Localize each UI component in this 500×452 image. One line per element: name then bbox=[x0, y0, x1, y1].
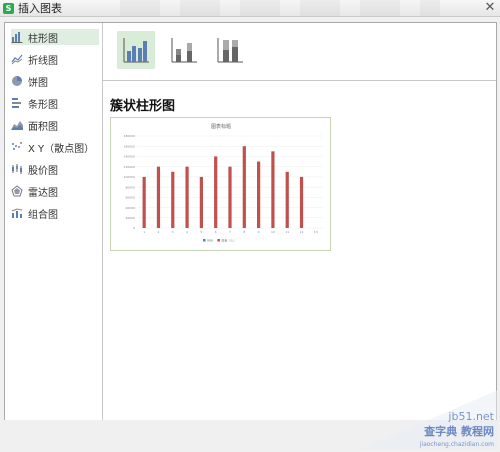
bar bbox=[214, 156, 218, 228]
column-chart-icon bbox=[11, 32, 23, 43]
x-tick-label: 12 bbox=[300, 230, 304, 234]
line-chart-icon bbox=[11, 54, 23, 65]
y-tick-label: 80000 bbox=[125, 185, 135, 189]
bar bbox=[171, 171, 175, 228]
section-title: 簇状柱形图 bbox=[110, 99, 176, 114]
x-tick-label: 11 bbox=[285, 230, 289, 234]
watermark: jb51.net 查字典 教程网 jiaocheng.chazidian.com bbox=[358, 390, 498, 450]
bar bbox=[142, 176, 146, 228]
x-tick-label: 9 bbox=[258, 230, 260, 234]
sidebar-item-label: 面积图 bbox=[28, 121, 58, 133]
sidebar-item-column[interactable]: 柱形图 bbox=[11, 29, 99, 45]
watermark-line2: 查字典 教程网 bbox=[424, 424, 494, 438]
clustered-column-icon bbox=[123, 38, 149, 63]
legend-swatch bbox=[217, 239, 220, 242]
chart-preview[interactable]: 图表标题 180000 160000 140000 120000 100000 80000… bbox=[110, 117, 331, 251]
area-chart-icon bbox=[11, 121, 23, 130]
sidebar-item-pie[interactable]: 饼图 bbox=[11, 73, 99, 89]
insert-chart-dialog: 柱形图 折线图 饼图 条形图 面积图 X Y（散点图） 股价图 雷达图 组合图 … bbox=[4, 22, 497, 421]
x-tick-label: 4 bbox=[186, 230, 188, 234]
watermark-line3: jiaocheng.chazidian.com bbox=[419, 441, 494, 448]
y-tick-label: 0 bbox=[133, 226, 135, 230]
chart-legend: 月份 数量（人） bbox=[203, 238, 236, 243]
legend-swatch bbox=[203, 239, 206, 242]
legend-label: 月份 bbox=[207, 238, 213, 243]
title-bar: S 插入图表 ✕ bbox=[0, 0, 500, 17]
sidebar-item-area[interactable]: 面积图 bbox=[11, 117, 99, 133]
y-tick-label: 140000 bbox=[124, 155, 136, 159]
stock-chart-icon bbox=[12, 164, 22, 174]
bar bbox=[156, 166, 161, 228]
bar-chart-icon bbox=[12, 98, 21, 108]
stacked-column-icon bbox=[171, 38, 197, 63]
title-bar-background bbox=[120, 0, 440, 16]
subtype-stacked-column[interactable] bbox=[165, 31, 203, 69]
sidebar-item-label: 折线图 bbox=[28, 55, 58, 67]
y-tick-label: 120000 bbox=[124, 165, 136, 169]
y-tick-label: 100000 bbox=[124, 175, 136, 179]
bar bbox=[285, 171, 289, 228]
x-tick-label: 5 bbox=[200, 230, 202, 234]
sidebar-item-label: 组合图 bbox=[28, 209, 58, 221]
app-logo-icon: S bbox=[3, 2, 14, 14]
chart-main-panel: 簇状柱形图 图表标题 180000 160000 140000 120000 10000… bbox=[103, 23, 496, 420]
chart-y-ticks: 180000 160000 140000 120000 100000 80000 60000… bbox=[124, 134, 136, 230]
subtype-clustered-column[interactable] bbox=[117, 31, 155, 69]
y-tick-label: 20000 bbox=[125, 216, 135, 220]
legend-label: 数量（人） bbox=[221, 238, 236, 243]
pie-chart-icon bbox=[12, 76, 22, 86]
chart-x-ticks: 1 2 3 4 5 6 7 8 9 10 11 12 13 bbox=[143, 230, 318, 234]
sidebar-item-label: 条形图 bbox=[28, 99, 58, 111]
y-tick-label: 60000 bbox=[125, 196, 135, 200]
x-tick-label: 10 bbox=[271, 230, 275, 234]
x-tick-label: 6 bbox=[215, 230, 217, 234]
bar bbox=[271, 151, 275, 228]
sidebar-item-bar[interactable]: 条形图 bbox=[11, 95, 99, 111]
chart-type-sidebar: 柱形图 折线图 饼图 条形图 面积图 X Y（散点图） 股价图 雷达图 组合图 bbox=[5, 23, 103, 420]
sidebar-item-stock[interactable]: 股价图 bbox=[11, 161, 99, 177]
combo-chart-icon bbox=[11, 208, 23, 218]
scatter-chart-icon bbox=[12, 142, 22, 150]
y-tick-label: 40000 bbox=[125, 206, 135, 210]
sidebar-item-label: 雷达图 bbox=[28, 187, 58, 199]
bar bbox=[257, 161, 261, 228]
chart-subtype-strip bbox=[103, 23, 496, 81]
bar bbox=[228, 166, 232, 228]
x-tick-label: 1 bbox=[143, 230, 145, 234]
sidebar-item-combo[interactable]: 组合图 bbox=[11, 205, 99, 221]
sidebar-item-line[interactable]: 折线图 bbox=[11, 51, 99, 67]
chart-preview-canvas: 图表标题 18000016000014000012000010000080000… bbox=[124, 123, 323, 243]
x-tick-label: 3 bbox=[172, 230, 174, 234]
watermark-line1: jb51.net bbox=[447, 410, 494, 423]
y-tick-label: 160000 bbox=[124, 144, 136, 148]
bar bbox=[242, 146, 246, 228]
sidebar-item-scatter[interactable]: X Y（散点图） bbox=[11, 139, 99, 155]
close-button[interactable]: ✕ bbox=[482, 1, 498, 14]
x-tick-label: 8 bbox=[243, 230, 245, 234]
y-tick-label: 180000 bbox=[124, 134, 136, 138]
percent-stacked-column-icon bbox=[217, 38, 243, 63]
bar bbox=[299, 176, 304, 228]
sidebar-item-label: 股价图 bbox=[28, 165, 58, 177]
chart-title: 图表标题 bbox=[211, 123, 231, 130]
radar-chart-icon bbox=[11, 185, 23, 197]
bar bbox=[199, 176, 203, 228]
subtype-percent-stacked-column[interactable] bbox=[211, 31, 249, 69]
sidebar-item-label: X Y（散点图） bbox=[28, 143, 95, 155]
x-tick-label: 7 bbox=[229, 230, 231, 234]
sidebar-item-label: 柱形图 bbox=[28, 33, 58, 45]
x-tick-label: 2 bbox=[158, 230, 160, 234]
x-tick-label: 13 bbox=[314, 230, 318, 234]
window-title: 插入图表 bbox=[18, 2, 62, 15]
bar bbox=[185, 166, 189, 228]
sidebar-item-label: 饼图 bbox=[28, 77, 48, 89]
sidebar-item-radar[interactable]: 雷达图 bbox=[11, 183, 99, 199]
